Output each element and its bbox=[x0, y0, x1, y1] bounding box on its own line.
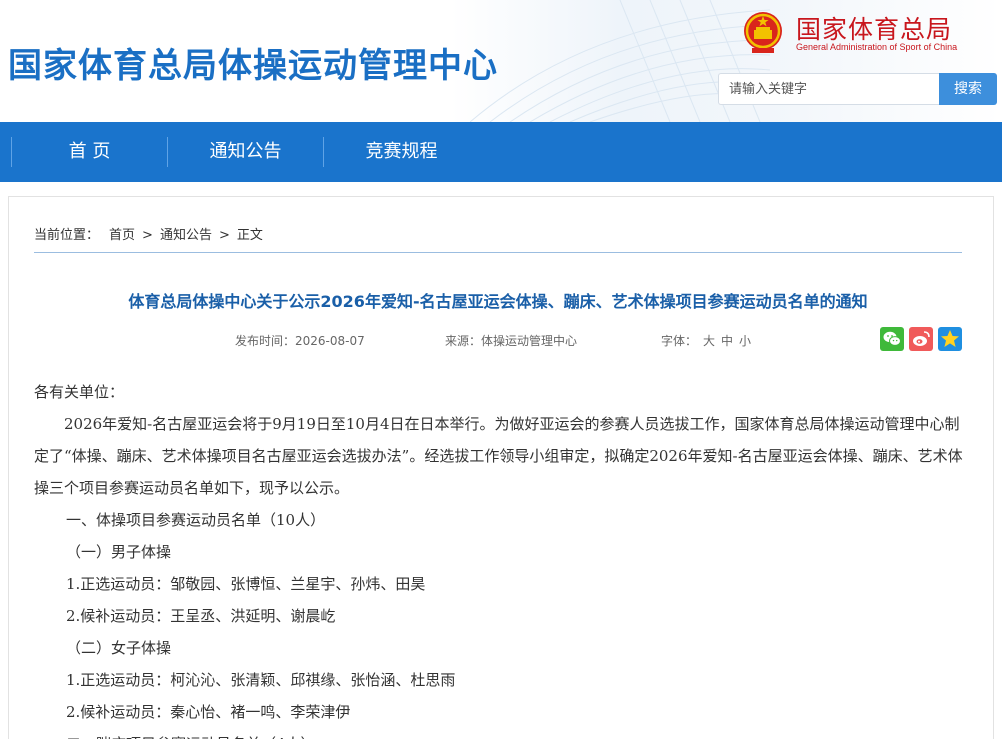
breadcrumb: 当前位置： 首页 > 通知公告 > 正文 bbox=[34, 224, 267, 243]
wechat-icon[interactable] bbox=[880, 327, 904, 351]
article-body: 各有关单位： 2026年爱知-名古屋亚运会将于9月19日至10月4日在日本举行。… bbox=[34, 376, 964, 739]
list-item: 1.正选运动员：柯沁沁、张清颖、邱祺缘、张怡涵、杜思雨 bbox=[66, 671, 456, 689]
breadcrumb-label: 当前位置： bbox=[34, 228, 100, 243]
breadcrumb-notices-link[interactable]: 通知公告 bbox=[160, 228, 212, 243]
main-nav: 首 页 通知公告 竞赛规程 bbox=[0, 122, 1002, 182]
breadcrumb-divider bbox=[34, 252, 962, 253]
article-title: 体育总局体操中心关于公示2026年爱知-名古屋亚运会体操、蹦床、艺术体操项目参赛… bbox=[128, 292, 868, 311]
national-emblem-icon bbox=[744, 12, 782, 53]
font-size-switcher: 字体： 大中小 bbox=[661, 332, 751, 349]
font-size-large[interactable]: 大 bbox=[703, 334, 715, 348]
publish-date-label: 发布时间： bbox=[235, 334, 296, 348]
section-heading: 一、体操项目参赛运动员名单（10人） bbox=[66, 511, 326, 529]
favorite-icon[interactable] bbox=[938, 327, 962, 351]
subsection-heading: （二）女子体操 bbox=[66, 639, 172, 657]
header: 国家体育总局体操运动管理中心 国家体育总局 General Administra… bbox=[0, 0, 1002, 122]
search-box: 搜索 bbox=[718, 73, 998, 105]
nav-item-competition-rules[interactable]: 竞赛规程 bbox=[324, 122, 479, 182]
logo[interactable]: 国家体育总局 General Administration of Sport o… bbox=[742, 8, 992, 58]
breadcrumb-current: 正文 bbox=[236, 228, 263, 243]
site-title: 国家体育总局体操运动管理中心 bbox=[8, 46, 498, 86]
weibo-icon[interactable] bbox=[909, 327, 933, 351]
font-size-small[interactable]: 小 bbox=[739, 334, 751, 348]
subsection-heading: （一）男子体操 bbox=[66, 543, 172, 561]
logo-text-cn: 国家体育总局 bbox=[796, 15, 953, 44]
font-size-medium[interactable]: 中 bbox=[721, 334, 733, 348]
article-salutation: 各有关单位： bbox=[34, 383, 125, 401]
section-heading: 二、蹦床项目参赛运动员名单（4人） bbox=[34, 728, 964, 739]
article-source: 来源：体操运动管理中心 bbox=[445, 332, 577, 349]
list-item: 2.候补运动员：秦心怡、褚一鸣、李荣津伊 bbox=[66, 703, 351, 721]
search-input[interactable] bbox=[718, 73, 940, 105]
list-item: 2.候补运动员：王呈丞、洪延明、谢晨屹 bbox=[66, 607, 336, 625]
nav-item-home[interactable]: 首 页 bbox=[12, 122, 167, 182]
breadcrumb-home-link[interactable]: 首页 bbox=[109, 228, 135, 243]
publish-date: 发布时间：2026-08-07 bbox=[235, 332, 365, 349]
breadcrumb-separator: > bbox=[218, 228, 230, 243]
publish-date-value: 2026-08-07 bbox=[295, 334, 365, 348]
source-value: 体操运动管理中心 bbox=[481, 334, 578, 348]
article-paragraph: 2026年爱知-名古屋亚运会将于9月19日至10月4日在日本举行。为做好亚运会的… bbox=[34, 415, 963, 497]
breadcrumb-separator: > bbox=[142, 228, 153, 243]
source-label: 来源： bbox=[445, 334, 482, 348]
search-button[interactable]: 搜索 bbox=[939, 73, 997, 105]
font-size-label: 字体： bbox=[661, 334, 698, 348]
nav-item-notices[interactable]: 通知公告 bbox=[168, 122, 323, 182]
logo-text-en: General Administration of Sport of China bbox=[796, 42, 958, 52]
list-item: 1.正选运动员：邹敬园、张博恒、兰星宇、孙炜、田昊 bbox=[66, 575, 426, 593]
